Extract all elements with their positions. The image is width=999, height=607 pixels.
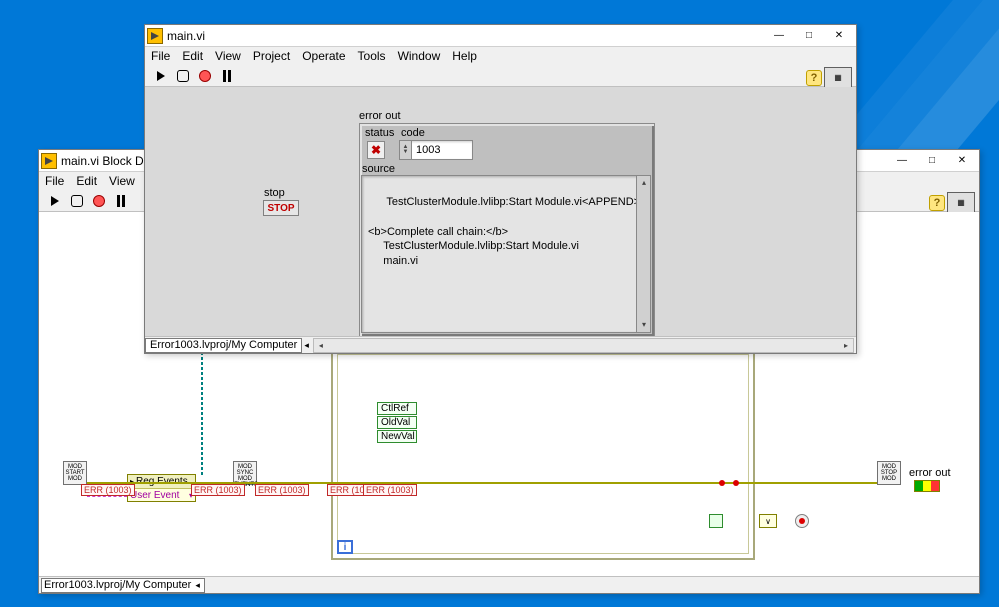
toolbar: ? ▦ [145,65,856,87]
menu-edit[interactable]: Edit [182,49,203,63]
menu-operate[interactable]: Operate [302,49,345,63]
menu-view[interactable]: View [109,174,135,188]
menu-file[interactable]: File [45,174,64,188]
menu-help[interactable]: Help [452,49,477,63]
close-button[interactable]: ✕ [947,151,977,171]
loop-stop-terminal[interactable] [795,514,809,528]
error-out-cluster-label: error out [359,110,401,122]
labview-icon [41,153,57,169]
error-tag: ERR (1003) [363,484,417,496]
front-panel-window: main.vi — □ ✕ File Edit View Project Ope… [144,24,857,354]
start-module-node[interactable]: MOD START MOD [63,461,87,485]
front-panel-canvas[interactable]: stop STOP error out status code ✖ ▲▼ 100… [145,87,856,353]
error-tag: ERR (1003) [81,484,135,496]
chevron-left-icon: ◂ [195,580,200,591]
numeric-spinner[interactable]: ▲▼ [400,141,412,159]
breakpoint-dot[interactable] [719,480,725,486]
code-numeric-indicator[interactable]: ▲▼ 1003 [399,140,473,160]
window-title: main.vi [167,29,764,43]
error-x-icon: ✖ [371,143,381,157]
close-button[interactable]: ✕ [824,26,854,46]
maximize-button[interactable]: □ [794,26,824,46]
menu-file[interactable]: File [151,49,170,63]
scroll-down-icon[interactable]: ▾ [637,318,651,332]
statusbar: Error1003.lvproj/My Computer ◂ [39,576,979,593]
context-help-icon[interactable]: ? [929,195,945,211]
error-out-label: error out [909,467,951,479]
error-tag: ERR (1003) [191,484,245,496]
source-text: TestClusterModule.lvlibp:Start Module.vi… [368,196,640,267]
stop-label: stop [264,187,285,199]
scroll-up-icon[interactable]: ▴ [637,176,651,190]
source-scrollbar[interactable]: ▴ ▾ [636,176,650,332]
menu-tools[interactable]: Tools [358,49,386,63]
pause-button[interactable] [219,68,235,84]
menubar: File Edit View Project Operate Tools Win… [145,47,856,65]
pause-button[interactable] [113,193,129,209]
horizontal-scrollbar[interactable]: ◂ ▸ [313,338,854,353]
titlebar[interactable]: main.vi — □ ✕ [145,25,856,47]
context-help-icon[interactable]: ? [806,70,822,86]
status-boolean-indicator: ✖ [367,141,385,159]
error-tag: ERR (1003) [255,484,309,496]
run-continuous-button[interactable] [175,68,191,84]
menu-project[interactable]: Project [253,49,290,63]
vi-icon[interactable]: ▦ [947,192,975,214]
menu-view[interactable]: View [215,49,241,63]
status-project-context[interactable]: Error1003.lvproj/My Computer [145,338,302,353]
stop-module-node[interactable]: MOD STOP MOD [877,461,901,485]
stop-button[interactable]: STOP [263,200,299,216]
event-terminal-ctlref[interactable]: CtlRef [377,402,417,415]
abort-button[interactable] [91,193,107,209]
vi-icon[interactable]: ▦ [824,67,852,89]
code-value: 1003 [412,141,472,159]
merge-errors-node[interactable] [709,514,723,528]
run-button[interactable] [47,193,63,209]
maximize-button[interactable]: □ [917,151,947,171]
code-label: code [401,127,425,139]
register-events-node[interactable]: Reg Events User Event▾ [127,474,196,502]
chevron-left-icon: ◂ [302,340,311,351]
minimize-button[interactable]: — [764,26,794,46]
menu-window[interactable]: Window [398,49,441,63]
run-button[interactable] [153,68,169,84]
breakpoint-dot[interactable] [733,480,739,486]
scroll-left-icon[interactable]: ◂ [314,339,328,352]
event-terminal-oldval[interactable]: OldVal [377,416,417,429]
scroll-right-icon[interactable]: ▸ [839,339,853,352]
register-events-row: User Event [130,490,179,501]
labview-icon [147,28,163,44]
or-node[interactable]: ∨ [759,514,777,528]
event-structure[interactable] [331,348,755,560]
loop-iteration-terminal[interactable]: i [337,540,353,554]
event-terminal-newval[interactable]: NewVal [377,430,417,443]
statusbar: Error1003.lvproj/My Computer ◂ ◂ ▸ [145,336,856,353]
status-label: status [365,127,394,139]
status-project-context[interactable]: Error1003.lvproj/My Computer ◂ [41,578,205,593]
source-string-indicator[interactable]: TestClusterModule.lvlibp:Start Module.vi… [361,175,651,333]
minimize-button[interactable]: — [887,151,917,171]
menu-edit[interactable]: Edit [76,174,97,188]
error-out-terminal[interactable] [914,480,940,492]
abort-button[interactable] [197,68,213,84]
source-label: source [362,163,395,175]
run-continuous-button[interactable] [69,193,85,209]
